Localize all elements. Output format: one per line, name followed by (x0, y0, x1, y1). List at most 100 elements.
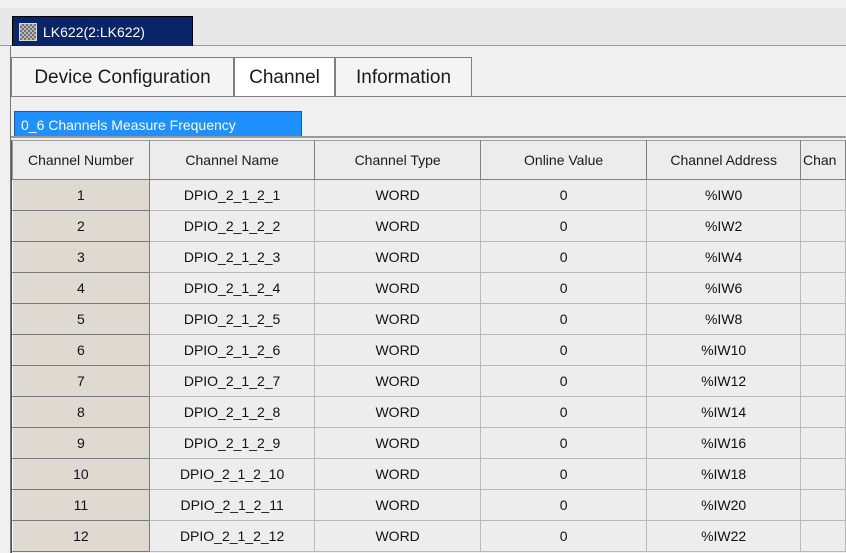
channel-address-cell[interactable]: %IW2 (646, 210, 801, 242)
online-value-cell[interactable]: 0 (479, 489, 648, 521)
table-row[interactable]: 12 DPIO_2_1_2_12 WORD 0 %IW22 (12, 520, 846, 552)
table-row[interactable]: 2 DPIO_2_1_2_2 WORD 0 %IW2 (12, 210, 846, 242)
channel-type-cell[interactable]: WORD (314, 365, 481, 397)
column-header-channel-number[interactable]: Channel Number (12, 140, 150, 180)
channel-name-cell[interactable]: DPIO_2_1_2_10 (148, 458, 316, 490)
channel-name-cell[interactable]: DPIO_2_1_2_11 (148, 489, 316, 521)
online-value-cell[interactable]: 0 (479, 427, 648, 459)
online-value-cell[interactable]: 0 (479, 272, 648, 304)
channel-name-cell[interactable]: DPIO_2_1_2_9 (148, 427, 316, 459)
channel-address-cell[interactable]: %IW12 (646, 365, 801, 397)
channel-address-cell[interactable]: %IW20 (646, 489, 801, 521)
channel-name-cell[interactable]: DPIO_2_1_2_5 (148, 303, 316, 335)
table-row[interactable]: 1 DPIO_2_1_2_1 WORD 0 %IW0 (12, 179, 846, 211)
channel-name-cell[interactable]: DPIO_2_1_2_6 (148, 334, 316, 366)
column-header-truncated[interactable]: Chan (800, 140, 846, 180)
channel-name-cell[interactable]: DPIO_2_1_2_2 (148, 210, 316, 242)
channel-address-cell[interactable]: %IW8 (646, 303, 801, 335)
row-number-cell[interactable]: 11 (12, 489, 150, 521)
online-value-cell[interactable]: 0 (479, 365, 648, 397)
empty-cell[interactable] (800, 272, 846, 304)
empty-cell[interactable] (800, 303, 846, 335)
online-value-cell[interactable]: 0 (479, 520, 648, 552)
tab-information[interactable]: Information (335, 57, 472, 97)
empty-cell[interactable] (800, 489, 846, 521)
tab-channels-measure-frequency[interactable]: 0_6 Channels Measure Frequency (14, 111, 302, 137)
channel-name-cell[interactable]: DPIO_2_1_2_8 (148, 396, 316, 428)
table-row[interactable]: 3 DPIO_2_1_2_3 WORD 0 %IW4 (12, 241, 846, 273)
row-number-cell[interactable]: 3 (12, 241, 150, 273)
column-header-channel-name[interactable]: Channel Name (148, 140, 316, 180)
empty-cell[interactable] (800, 396, 846, 428)
empty-cell[interactable] (800, 210, 846, 242)
channel-type-cell[interactable]: WORD (314, 334, 481, 366)
online-value-cell[interactable]: 0 (479, 458, 648, 490)
channel-type-cell[interactable]: WORD (314, 458, 481, 490)
channel-type-cell[interactable]: WORD (314, 427, 481, 459)
table-row[interactable]: 7 DPIO_2_1_2_7 WORD 0 %IW12 (12, 365, 846, 397)
sub-tab-label: 0_6 Channels Measure Frequency (21, 116, 236, 133)
channel-grid: Channel Number Channel Name Channel Type… (11, 140, 846, 553)
empty-cell[interactable] (800, 520, 846, 552)
online-value-cell[interactable]: 0 (479, 334, 648, 366)
table-row[interactable]: 9 DPIO_2_1_2_9 WORD 0 %IW16 (12, 427, 846, 459)
empty-cell[interactable] (800, 427, 846, 459)
online-value-cell[interactable]: 0 (479, 210, 648, 242)
channel-name-cell[interactable]: DPIO_2_1_2_1 (148, 179, 316, 211)
table-row[interactable]: 11 DPIO_2_1_2_11 WORD 0 %IW20 (12, 489, 846, 521)
row-number-cell[interactable]: 2 (12, 210, 150, 242)
sub-tab-divider (11, 136, 846, 138)
channel-name-cell[interactable]: DPIO_2_1_2_12 (148, 520, 316, 552)
empty-cell[interactable] (800, 365, 846, 397)
online-value-cell[interactable]: 0 (479, 241, 648, 273)
channel-address-cell[interactable]: %IW0 (646, 179, 801, 211)
row-number-cell[interactable]: 7 (12, 365, 150, 397)
tab-label: Information (355, 66, 452, 88)
channel-type-cell[interactable]: WORD (314, 489, 481, 521)
column-header-online-value[interactable]: Online Value (479, 140, 648, 180)
table-row[interactable]: 6 DPIO_2_1_2_6 WORD 0 %IW10 (12, 334, 846, 366)
channel-address-cell[interactable]: %IW10 (646, 334, 801, 366)
channel-name-cell[interactable]: DPIO_2_1_2_4 (148, 272, 316, 304)
channel-type-cell[interactable]: WORD (314, 272, 481, 304)
empty-cell[interactable] (800, 241, 846, 273)
channel-type-cell[interactable]: WORD (314, 396, 481, 428)
column-header-channel-type[interactable]: Channel Type (314, 140, 481, 180)
tab-device-configuration[interactable]: Device Configuration (11, 57, 234, 97)
online-value-cell[interactable]: 0 (479, 179, 648, 211)
row-number-cell[interactable]: 10 (12, 458, 150, 490)
channel-type-cell[interactable]: WORD (314, 179, 481, 211)
table-row[interactable]: 4 DPIO_2_1_2_4 WORD 0 %IW6 (12, 272, 846, 304)
row-number-cell[interactable]: 1 (12, 179, 150, 211)
channel-name-cell[interactable]: DPIO_2_1_2_3 (148, 241, 316, 273)
online-value-cell[interactable]: 0 (479, 303, 648, 335)
channel-type-cell[interactable]: WORD (314, 241, 481, 273)
channel-type-cell[interactable]: WORD (314, 210, 481, 242)
channel-address-cell[interactable]: %IW14 (646, 396, 801, 428)
column-header-channel-address[interactable]: Channel Address (646, 140, 801, 180)
row-number-cell[interactable]: 12 (12, 520, 150, 552)
channel-address-cell[interactable]: %IW6 (646, 272, 801, 304)
document-tab-strip: LK622(2:LK622) (0, 8, 846, 46)
channel-address-cell[interactable]: %IW4 (646, 241, 801, 273)
table-row[interactable]: 8 DPIO_2_1_2_8 WORD 0 %IW14 (12, 396, 846, 428)
table-row[interactable]: 5 DPIO_2_1_2_5 WORD 0 %IW8 (12, 303, 846, 335)
channel-name-cell[interactable]: DPIO_2_1_2_7 (148, 365, 316, 397)
channel-type-cell[interactable]: WORD (314, 520, 481, 552)
row-number-cell[interactable]: 5 (12, 303, 150, 335)
empty-cell[interactable] (800, 334, 846, 366)
table-row[interactable]: 10 DPIO_2_1_2_10 WORD 0 %IW18 (12, 458, 846, 490)
channel-address-cell[interactable]: %IW16 (646, 427, 801, 459)
channel-address-cell[interactable]: %IW22 (646, 520, 801, 552)
tab-channel[interactable]: Channel (234, 57, 335, 97)
row-number-cell[interactable]: 6 (12, 334, 150, 366)
row-number-cell[interactable]: 4 (12, 272, 150, 304)
document-tab[interactable]: LK622(2:LK622) (12, 16, 193, 46)
channel-address-cell[interactable]: %IW18 (646, 458, 801, 490)
row-number-cell[interactable]: 9 (12, 427, 150, 459)
empty-cell[interactable] (800, 179, 846, 211)
online-value-cell[interactable]: 0 (479, 396, 648, 428)
channel-type-cell[interactable]: WORD (314, 303, 481, 335)
empty-cell[interactable] (800, 458, 846, 490)
row-number-cell[interactable]: 8 (12, 396, 150, 428)
